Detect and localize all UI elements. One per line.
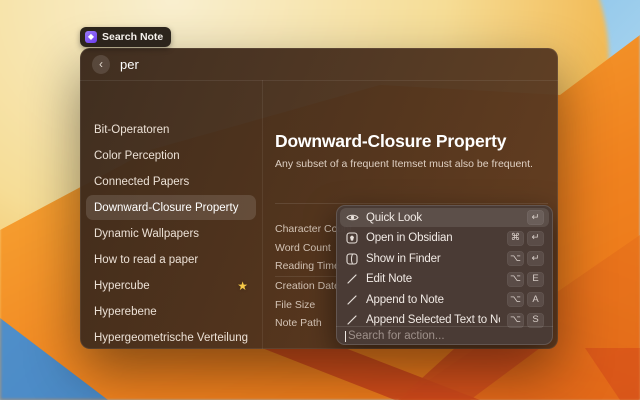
command-badge: ◆ Search Note [80, 27, 171, 47]
search-bar: ‹ [80, 48, 558, 81]
action-open-in-obsidian[interactable]: Open in Obsidian ⌘ ↵ [340, 229, 549, 248]
obsidian-icon: ◆ [85, 31, 97, 43]
desktop: ◆ Search Note ‹ Bit-Operatoren Color Per… [0, 0, 640, 400]
list-item[interactable]: Connected Papers [86, 169, 256, 194]
action-panel: Quick Look ↵ Open in Obsidian ⌘ ↵ Show i… [336, 205, 553, 345]
keycap: ↵ [527, 231, 544, 246]
pencil-icon [345, 272, 359, 286]
list-item[interactable]: Bit-Operatoren [86, 117, 256, 142]
keycap: ⌥ [507, 292, 524, 307]
obsidian-app-icon [345, 231, 359, 245]
action-search-placeholder: Search for action... [348, 330, 445, 342]
keycap: ⌥ [507, 272, 524, 287]
note-list: Bit-Operatoren Color Perception Connecte… [80, 80, 263, 349]
list-item-selected[interactable]: Downward-Closure Property [86, 195, 256, 220]
list-item[interactable]: How to read a paper [86, 247, 256, 272]
action-quick-look[interactable]: Quick Look ↵ [340, 208, 549, 227]
keycap: ↵ [527, 210, 544, 225]
action-show-in-finder[interactable]: Show in Finder ⌥ ↵ [340, 249, 549, 268]
search-input[interactable] [120, 57, 320, 72]
action-search-input[interactable]: Search for action... [345, 327, 544, 345]
detail-divider [275, 203, 548, 204]
star-icon: ★ [237, 280, 248, 292]
note-title: Downward-Closure Property [275, 131, 546, 152]
keycap: ↵ [527, 251, 544, 266]
eye-icon [345, 211, 359, 225]
list-item[interactable]: Color Perception [86, 143, 256, 168]
back-button[interactable]: ‹ [92, 55, 110, 74]
command-badge-label: Search Note [102, 31, 163, 43]
pencil-icon [345, 313, 359, 327]
text-caret [345, 331, 346, 342]
action-append-to-note[interactable]: Append to Note ⌥ A [340, 290, 549, 309]
list-item[interactable]: Hypercube ★ [86, 273, 256, 298]
action-edit-note[interactable]: Edit Note ⌥ E [340, 270, 549, 289]
list-item[interactable]: Hypergeometrische Verteilung [86, 325, 256, 349]
keycap: ⌘ [507, 231, 524, 246]
finder-icon [345, 252, 359, 266]
note-subtitle: Any subset of a frequent Itemset must al… [275, 158, 546, 170]
keycap: ⌥ [507, 251, 524, 266]
pencil-icon [345, 293, 359, 307]
list-item[interactable]: Hyperebene [86, 299, 256, 324]
keycap: E [527, 272, 544, 287]
keycap: A [527, 292, 544, 307]
list-item[interactable]: Dynamic Wallpapers [86, 221, 256, 246]
launcher-window: ‹ Bit-Operatoren Color Perception Connec… [80, 48, 558, 349]
